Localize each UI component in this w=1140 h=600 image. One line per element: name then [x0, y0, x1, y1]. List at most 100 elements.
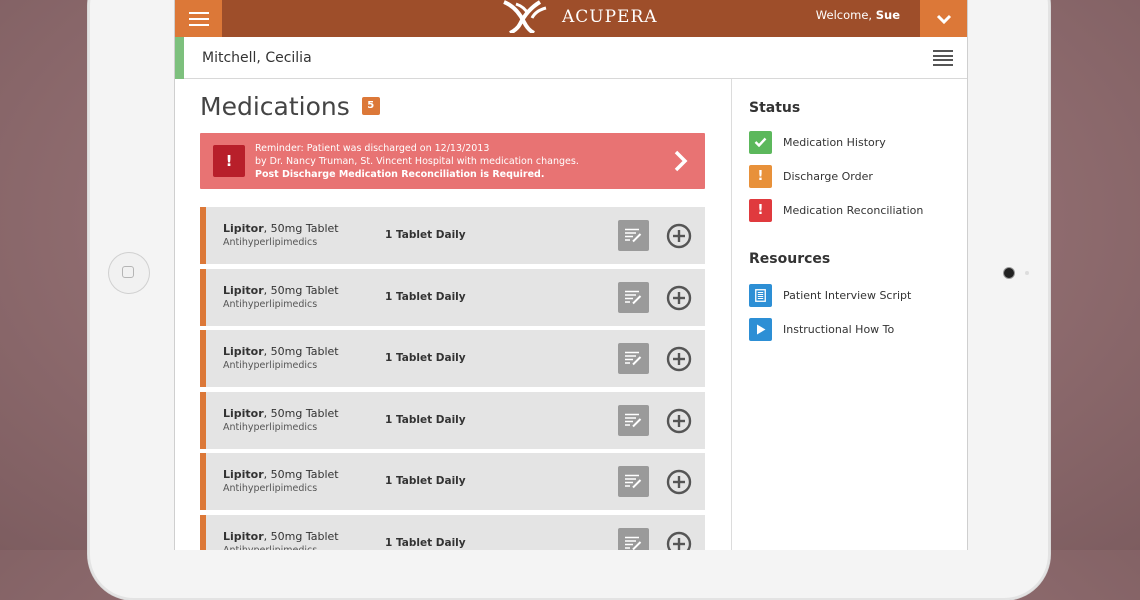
home-button: [108, 252, 150, 294]
medication-brand: Lipitor: [223, 468, 264, 481]
medication-name: Lipitor, 50mg Tablet: [223, 407, 339, 420]
add-circle-icon[interactable]: [666, 285, 692, 311]
medication-brand: Lipitor: [223, 222, 264, 235]
exclamation-icon: !: [749, 164, 772, 188]
medication-dose: 1 Tablet Daily: [385, 229, 466, 241]
medication-count-badge: 5: [361, 97, 380, 115]
camera-icon: [1004, 268, 1014, 278]
medication-class: Antihyperlipimedics: [223, 237, 318, 248]
welcome-user: Sue: [875, 8, 900, 22]
title-row: Medications 5: [200, 89, 380, 123]
alert-line-1: Reminder: Patient was discharged on 12/1…: [255, 143, 490, 154]
sensor-dot: [1025, 271, 1029, 275]
status-item-medication-history[interactable]: Medication History: [749, 130, 886, 154]
acupera-logo-icon: [503, 0, 547, 33]
top-bar: ACUPERA Welcome, Sue: [175, 0, 967, 37]
medication-dose: 1 Tablet Daily: [385, 290, 466, 303]
resource-item-instructional-how-to[interactable]: Instructional How To: [749, 317, 894, 341]
medication-strength: , 50mg Tablet: [263, 222, 339, 235]
discharge-reminder-alert[interactable]: ! Reminder: Patient was discharged on 12…: [200, 133, 705, 189]
edit-notes-button[interactable]: [618, 343, 649, 374]
medication-brand: Lipitor: [223, 283, 264, 297]
list-menu-icon: [933, 50, 953, 52]
medication-class: Antihyperlipimedics: [223, 483, 318, 494]
medication-dose: 1 Tablet Daily: [385, 536, 466, 549]
resource-item-patient-interview-script[interactable]: Patient Interview Script: [749, 283, 911, 307]
add-circle-icon[interactable]: [666, 346, 692, 372]
edit-notes-icon: [625, 536, 642, 550]
edit-notes-icon: [625, 413, 642, 427]
home-square-icon: [122, 266, 134, 278]
user-dropdown-button[interactable]: [920, 0, 967, 37]
medication-brand: Lipitor: [223, 406, 264, 420]
medication-dose: 1 Tablet Daily: [385, 352, 466, 364]
logo-text: ACUPERA: [562, 6, 658, 27]
alert-exclamation-icon: !: [213, 145, 245, 177]
status-item-medication-reconciliation[interactable]: ! Medication Reconciliation: [749, 198, 923, 222]
app-screen: ACUPERA Welcome, Sue Mitchell, Cecilia M…: [174, 0, 968, 550]
medication-class: Antihyperlipimedics: [223, 360, 318, 371]
edit-notes-button[interactable]: [618, 220, 649, 251]
medication-list: Lipitor, 50mg Tablet Antihyperlipimedics 1…: [200, 207, 705, 550]
medication-strength: , 50mg Tablet: [263, 283, 339, 297]
welcome-prefix: Welcome,: [815, 8, 876, 22]
medication-dose: 1 Tablet Daily: [385, 475, 466, 487]
add-circle-icon[interactable]: [666, 223, 692, 249]
add-circle-icon[interactable]: [666, 408, 692, 434]
patient-bar: Mitchell, Cecilia: [175, 37, 967, 79]
medication-row[interactable]: Lipitor, 50mg Tablet Antihyperlipimedics 1…: [200, 268, 705, 326]
chevron-right-icon[interactable]: [674, 150, 688, 172]
edit-notes-icon: [625, 290, 642, 304]
logo: ACUPERA: [500, 0, 658, 33]
hamburger-icon: [188, 11, 209, 14]
patient-status-accent: [175, 37, 184, 79]
medication-name: Lipitor, 50mg Tablet: [223, 530, 339, 543]
medication-row[interactable]: Lipitor, 50mg Tablet Antihyperlipimedics 1…: [200, 514, 705, 551]
medication-brand: Lipitor: [223, 345, 264, 358]
medication-class: Antihyperlipimedics: [223, 544, 318, 551]
patient-menu-button[interactable]: [933, 50, 953, 66]
add-circle-icon[interactable]: [666, 469, 692, 495]
check-icon: [749, 130, 772, 154]
alert-line-3: Post Discharge Medication Reconciliation…: [255, 169, 545, 180]
add-circle-icon[interactable]: [666, 531, 692, 551]
edit-notes-button[interactable]: [618, 527, 649, 550]
status-heading: Status: [749, 100, 801, 116]
medication-row[interactable]: Lipitor, 50mg Tablet Antihyperlipimedics 1…: [200, 453, 705, 510]
resources-heading: Resources: [749, 251, 831, 267]
medication-strength: , 50mg Tablet: [263, 529, 339, 543]
edit-notes-button[interactable]: [618, 281, 649, 313]
sidebar: Status Medication History ! Discharge Or…: [731, 79, 967, 550]
medication-row[interactable]: Lipitor, 50mg Tablet Antihyperlipimedics 1…: [200, 330, 705, 387]
alert-text: Reminder: Patient was discharged on 12/1…: [255, 142, 579, 181]
medications-panel: Medications 5 ! Reminder: Patient was di…: [175, 79, 731, 550]
status-item-label: Medication History: [783, 135, 886, 149]
alert-line-2: by Dr. Nancy Truman, St. Vincent Hospita…: [255, 156, 579, 167]
play-icon: [749, 317, 772, 341]
medication-name: Lipitor, 50mg Tablet: [223, 222, 339, 235]
edit-notes-icon: [625, 228, 642, 243]
main-menu-button[interactable]: [175, 0, 222, 37]
medication-name: Lipitor, 50mg Tablet: [223, 345, 339, 358]
edit-notes-icon: [625, 474, 642, 489]
edit-notes-icon: [625, 351, 642, 366]
resource-item-label: Patient Interview Script: [783, 288, 912, 302]
medication-row[interactable]: Lipitor, 50mg Tablet Antihyperlipimedics 1…: [200, 391, 705, 449]
medication-strength: , 50mg Tablet: [263, 345, 339, 358]
medication-strength: , 50mg Tablet: [263, 468, 339, 481]
medication-name: Lipitor, 50mg Tablet: [223, 468, 339, 481]
medication-class: Antihyperlipimedics: [223, 298, 318, 310]
welcome-message: Welcome, Sue: [816, 0, 900, 30]
medication-strength: , 50mg Tablet: [263, 406, 339, 420]
status-item-discharge-order[interactable]: ! Discharge Order: [749, 164, 873, 188]
medication-brand: Lipitor: [223, 529, 264, 543]
patient-name: Mitchell, Cecilia: [202, 50, 312, 66]
page-title: Medications: [200, 91, 350, 121]
exclamation-icon: !: [749, 198, 772, 222]
status-item-label: Discharge Order: [783, 169, 873, 183]
edit-notes-button[interactable]: [618, 466, 649, 497]
document-icon: [749, 283, 772, 307]
edit-notes-button[interactable]: [618, 404, 649, 436]
resource-item-label: Instructional How To: [783, 322, 895, 336]
medication-row[interactable]: Lipitor, 50mg Tablet Antihyperlipimedics 1…: [200, 207, 705, 264]
